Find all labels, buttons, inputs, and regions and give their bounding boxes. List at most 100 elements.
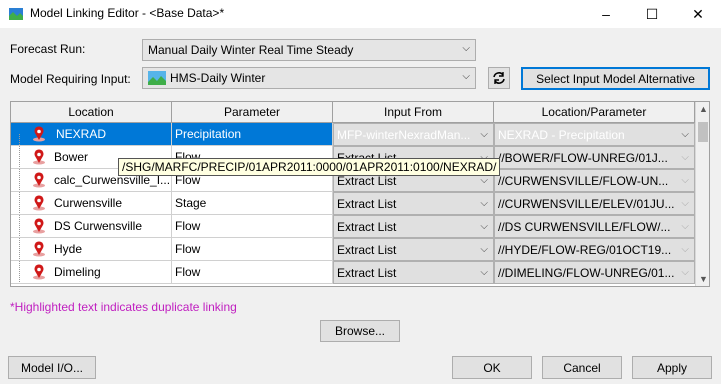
- cancel-button[interactable]: Cancel: [542, 356, 622, 379]
- table-row[interactable]: NEXRAD Precipitation MFP-winterNexradMan..…: [11, 123, 695, 146]
- apply-button[interactable]: Apply: [632, 356, 712, 379]
- location-parameter-value: NEXRAD - Precipitation: [498, 128, 625, 142]
- location-cell[interactable]: DS Curwensville: [11, 215, 172, 238]
- chevron-down-icon: ⌵: [681, 198, 689, 209]
- location-parameter-dropdown[interactable]: //DIMELING/FLOW-UNREG/01... ⌵: [494, 261, 695, 284]
- location-name: NEXRAD: [54, 123, 109, 145]
- location-pin-icon: [33, 172, 45, 188]
- table-row[interactable]: Hyde Flow Extract List ⌵//HYDE/FLOW-REG/01O…: [11, 238, 695, 261]
- scroll-up-icon[interactable]: ▲: [699, 104, 708, 114]
- location-cell[interactable]: NEXRAD: [11, 123, 172, 146]
- chevron-down-icon: ⌵: [480, 244, 488, 255]
- forecast-run-label: Forecast Run:: [10, 42, 86, 56]
- column-header-input-from[interactable]: Input From: [333, 102, 494, 122]
- parameter-cell[interactable]: Flow: [172, 238, 333, 261]
- tree-connector: [19, 134, 20, 145]
- hms-model-icon: [148, 71, 166, 85]
- location-pin-icon: [33, 195, 45, 211]
- chevron-down-icon: ⌵: [681, 221, 689, 232]
- column-header-location[interactable]: Location: [11, 102, 172, 122]
- table-row[interactable]: Dimeling Flow Extract List ⌵//DIMELING/FLOW…: [11, 261, 695, 284]
- location-parameter-value: //DS CURWENSVILLE/FLOW/...: [498, 220, 671, 234]
- location-pin-icon: [33, 126, 45, 142]
- vertical-scrollbar[interactable]: ▲ ▼: [695, 102, 709, 286]
- model-input-label: Model Requiring Input:: [10, 72, 131, 86]
- scrollbar-thumb[interactable]: [698, 122, 708, 142]
- scroll-down-icon[interactable]: ▼: [699, 274, 708, 284]
- location-parameter-dropdown[interactable]: //HYDE/FLOW-REG/01OCT19... ⌵: [494, 238, 695, 261]
- location-pin-icon: [33, 149, 45, 165]
- refresh-button[interactable]: [488, 67, 510, 89]
- location-parameter-dropdown[interactable]: NEXRAD - Precipitation ⌵: [494, 123, 695, 146]
- input-from-value: MFP-winterNexradMan...: [337, 128, 471, 142]
- chevron-down-icon: ⌵: [681, 267, 689, 278]
- forecast-run-dropdown[interactable]: Manual Daily Winter Real Time Steady ⌵: [142, 39, 476, 61]
- location-name: Dimeling: [54, 265, 101, 279]
- column-header-location-parameter[interactable]: Location/Parameter: [494, 102, 695, 122]
- location-cell[interactable]: Curwensville: [11, 192, 172, 215]
- location-parameter-value: //CURWENSVILLE/ELEV/01JU...: [498, 197, 675, 211]
- chevron-down-icon: ⌵: [462, 43, 470, 54]
- location-parameter-dropdown[interactable]: //CURWENSVILLE/ELEV/01JU... ⌵: [494, 192, 695, 215]
- chevron-down-icon: ⌵: [681, 129, 689, 140]
- input-from-value: Extract List: [337, 197, 397, 211]
- parameter-cell[interactable]: Stage: [172, 192, 333, 215]
- model-linking-table: Location Parameter Input From Location/P…: [10, 101, 710, 287]
- location-cell[interactable]: Hyde: [11, 238, 172, 261]
- location-parameter-value: //BOWER/FLOW-UNREG/01J...: [498, 151, 668, 165]
- chevron-down-icon: ⌵: [681, 152, 689, 163]
- input-from-dropdown[interactable]: Extract List ⌵: [333, 215, 494, 238]
- location-parameter-value: //CURWENSVILLE/FLOW-UN...: [498, 174, 669, 188]
- location-pin-icon: [33, 264, 45, 280]
- maximize-button[interactable]: ☐: [629, 0, 675, 28]
- input-from-dropdown[interactable]: Extract List ⌵: [333, 192, 494, 215]
- tree-connector: [19, 192, 20, 214]
- input-from-dropdown[interactable]: MFP-winterNexradMan... ⌵: [333, 123, 494, 146]
- table-header: Location Parameter Input From Location/P…: [11, 102, 695, 123]
- parameter-cell[interactable]: Precipitation: [172, 123, 333, 146]
- location-parameter-dropdown[interactable]: //CURWENSVILLE/FLOW-UN... ⌵: [494, 169, 695, 192]
- column-header-parameter[interactable]: Parameter: [172, 102, 333, 122]
- table-row[interactable]: DS Curwensville Flow Extract List ⌵//DS CUR…: [11, 215, 695, 238]
- input-from-dropdown[interactable]: Extract List ⌵: [333, 238, 494, 261]
- model-input-value: HMS-Daily Winter: [170, 71, 266, 85]
- tooltip: /SHG/MARFC/PRECIP/01APR2011:0000/01APR20…: [118, 158, 501, 176]
- tree-connector: [19, 215, 20, 237]
- chevron-down-icon: ⌵: [480, 267, 488, 278]
- input-from-dropdown[interactable]: Extract List ⌵: [333, 261, 494, 284]
- chevron-down-icon: ⌵: [480, 129, 488, 140]
- select-input-model-alternative-button[interactable]: Select Input Model Alternative: [521, 67, 710, 90]
- chevron-down-icon: ⌵: [480, 221, 488, 232]
- model-io-button[interactable]: Model I/O...: [8, 356, 96, 379]
- chevron-down-icon: ⌵: [681, 175, 689, 186]
- location-parameter-dropdown[interactable]: //BOWER/FLOW-UNREG/01J... ⌵: [494, 146, 695, 169]
- tree-connector: [19, 169, 20, 191]
- app-logo-icon: [9, 8, 23, 20]
- title-bar: Model Linking Editor - <Base Data>* – ☐ …: [0, 0, 721, 28]
- input-from-value: Extract List: [337, 266, 397, 280]
- location-parameter-value: //DIMELING/FLOW-UNREG/01...: [498, 266, 675, 280]
- forecast-run-value: Manual Daily Winter Real Time Steady: [148, 43, 354, 57]
- table-row[interactable]: Curwensville Stage Extract List ⌵//CURWENSV…: [11, 192, 695, 215]
- location-pin-icon: [33, 241, 45, 257]
- chevron-down-icon: ⌵: [681, 244, 689, 255]
- chevron-down-icon: ⌵: [462, 71, 470, 82]
- chevron-down-icon: ⌵: [480, 198, 488, 209]
- location-name: Curwensville: [54, 196, 123, 210]
- location-parameter-value: //HYDE/FLOW-REG/01OCT19...: [498, 243, 672, 257]
- tree-connector: [19, 261, 20, 283]
- window-title: Model Linking Editor - <Base Data>*: [30, 6, 225, 20]
- browse-button[interactable]: Browse...: [320, 320, 400, 342]
- input-from-value: Extract List: [337, 220, 397, 234]
- location-parameter-dropdown[interactable]: //DS CURWENSVILLE/FLOW/... ⌵: [494, 215, 695, 238]
- parameter-cell[interactable]: Flow: [172, 261, 333, 284]
- close-button[interactable]: ✕: [675, 0, 721, 28]
- location-cell[interactable]: Dimeling: [11, 261, 172, 284]
- location-name: Bower: [54, 150, 89, 164]
- minimize-button[interactable]: –: [583, 0, 629, 28]
- ok-button[interactable]: OK: [452, 356, 532, 379]
- parameter-cell[interactable]: Flow: [172, 215, 333, 238]
- duplicate-linking-note: *Highlighted text indicates duplicate li…: [10, 300, 237, 314]
- tree-connector: [19, 146, 20, 168]
- model-input-dropdown[interactable]: HMS-Daily Winter ⌵: [142, 67, 476, 89]
